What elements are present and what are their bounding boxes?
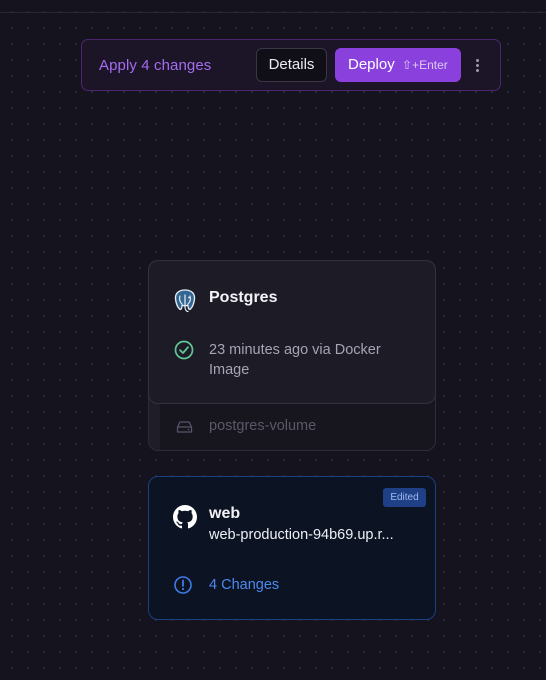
top-divider bbox=[0, 12, 546, 13]
kebab-vertical-icon[interactable] bbox=[470, 54, 484, 76]
volume-name[interactable]: postgres-volume bbox=[209, 418, 316, 434]
deploy-shortcut-hint: ⇧+Enter bbox=[402, 58, 448, 72]
changes-link[interactable]: 4 Changes bbox=[209, 577, 279, 593]
service-title: web bbox=[209, 505, 241, 522]
postgres-service-group: Postgres 23 minutes ago via Docker Image… bbox=[148, 260, 436, 451]
deploy-label: Deploy bbox=[348, 56, 395, 73]
web-service-card[interactable]: Edited web web-production-94b69.up.r... … bbox=[148, 476, 436, 620]
check-circle-icon bbox=[174, 340, 194, 360]
postgres-service-card[interactable]: Postgres 23 minutes ago via Docker Image bbox=[148, 260, 436, 404]
deployment-status-text: 23 minutes ago via Docker Image bbox=[209, 342, 381, 378]
alert-circle-icon bbox=[174, 576, 192, 594]
details-button[interactable]: Details bbox=[256, 48, 327, 82]
deploy-button[interactable]: Deploy ⇧+Enter bbox=[335, 48, 461, 82]
github-icon bbox=[173, 505, 197, 529]
hard-drive-icon bbox=[176, 421, 193, 433]
service-url[interactable]: web-production-94b69.up.r... bbox=[209, 527, 419, 543]
staged-changes-bar: Apply 4 changes Details Deploy ⇧+Enter bbox=[81, 39, 501, 91]
service-title: Postgres bbox=[209, 289, 278, 306]
postgres-elephant-icon bbox=[174, 289, 196, 313]
apply-changes-label: Apply 4 changes bbox=[99, 57, 212, 74]
edited-badge: Edited bbox=[383, 488, 426, 507]
